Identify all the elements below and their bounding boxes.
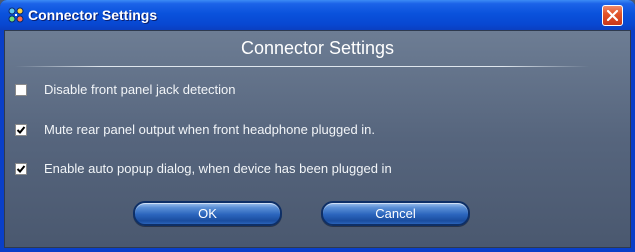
window-title: Connector Settings: [28, 7, 158, 23]
option-label: Disable front panel jack detection: [44, 82, 236, 97]
audio-manager-icon: [7, 6, 25, 24]
option-label: Enable auto popup dialog, when device ha…: [44, 161, 392, 176]
close-icon: [603, 9, 622, 29]
dialog-body: Connector Settings Disable front panel j…: [4, 30, 631, 248]
ok-button[interactable]: OK: [133, 201, 282, 226]
disable-jack-detection-checkbox[interactable]: [15, 84, 27, 96]
title-bar[interactable]: Connector Settings: [0, 0, 635, 30]
option-mute-rear-output[interactable]: Mute rear panel output when front headph…: [15, 121, 375, 139]
heading-divider: [15, 66, 589, 67]
mute-rear-output-checkbox[interactable]: [15, 124, 27, 136]
close-button[interactable]: [602, 5, 623, 26]
enable-auto-popup-checkbox[interactable]: [15, 163, 27, 175]
option-label: Mute rear panel output when front headph…: [44, 122, 376, 137]
checkmark-icon: [16, 165, 26, 173]
option-disable-jack-detection[interactable]: Disable front panel jack detection: [15, 81, 236, 99]
option-enable-auto-popup[interactable]: Enable auto popup dialog, when device ha…: [15, 160, 392, 178]
connector-settings-window: Connector Settings Connector Settings Di…: [0, 0, 635, 252]
dialog-heading: Connector Settings: [240, 38, 395, 58]
checkmark-icon: [16, 126, 26, 134]
cancel-button[interactable]: Cancel: [321, 201, 470, 226]
